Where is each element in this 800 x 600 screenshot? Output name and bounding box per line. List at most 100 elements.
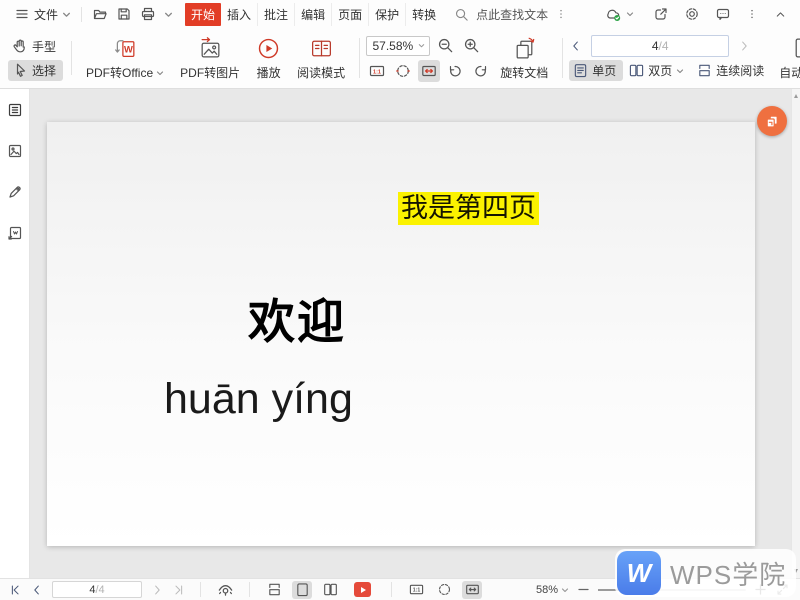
open-file-button[interactable]: [88, 6, 112, 22]
divider: [391, 582, 392, 597]
folder-open-icon: [92, 6, 108, 22]
slider-knob[interactable]: [633, 585, 643, 595]
fit-page-icon: [395, 63, 411, 79]
divider: [249, 582, 250, 597]
rotate-left-icon: [447, 63, 463, 79]
select-tool-button[interactable]: 选择: [8, 60, 63, 81]
single-page-view-button[interactable]: 单页: [569, 60, 623, 81]
status-page-input[interactable]: 4/4: [52, 581, 142, 598]
previous-page-icon[interactable]: [569, 39, 583, 53]
rotate-right-button[interactable]: [470, 60, 492, 82]
fit-page-button[interactable]: [392, 60, 414, 82]
fit-width-button[interactable]: [418, 60, 440, 82]
select-tool-label: 选择: [32, 62, 56, 79]
zoom-slider[interactable]: [598, 583, 746, 597]
double-page-label: 双页: [648, 62, 672, 79]
single-page-view-button[interactable]: [292, 581, 312, 599]
reading-mode-button[interactable]: 阅读模式: [289, 28, 353, 88]
gear-icon[interactable]: [684, 6, 700, 22]
scroll-down-arrow[interactable]: [794, 569, 798, 573]
double-page-icon: [629, 63, 644, 78]
highlighted-text[interactable]: 我是第四页: [398, 192, 539, 225]
convert-floating-button[interactable]: [757, 106, 787, 136]
zoom-out-button[interactable]: [434, 35, 456, 57]
pdf-to-office-button[interactable]: W PDF转Office: [78, 28, 172, 88]
auto-scroll-icon: [791, 36, 800, 61]
fit-page-button[interactable]: [434, 581, 454, 599]
continuous-reading-label: 连续阅读: [716, 62, 764, 79]
double-page-view-button[interactable]: 双页: [625, 60, 691, 81]
fullscreen-icon[interactable]: [775, 582, 790, 597]
page-navigation-group: 4/4 单页 双页 连续阅读: [569, 28, 771, 88]
quick-access-more-button[interactable]: [160, 10, 177, 19]
more-options-icon[interactable]: [746, 7, 758, 21]
vertical-scrollbar[interactable]: [791, 89, 800, 578]
double-page-icon: [323, 582, 338, 597]
more-dots-icon[interactable]: [555, 8, 567, 20]
zoom-group: 57.58% 1:1: [366, 28, 492, 88]
pdf-to-image-button[interactable]: PDF转图片: [172, 28, 248, 88]
page-title-text[interactable]: 欢迎: [248, 296, 346, 348]
tab-convert[interactable]: 转换: [406, 3, 442, 26]
eye-protection-button[interactable]: [215, 581, 235, 599]
print-button[interactable]: [136, 6, 160, 22]
svg-text:1:1: 1:1: [412, 588, 420, 594]
rotate-document-icon: [512, 36, 537, 61]
first-page-icon[interactable]: [8, 583, 22, 597]
next-page-icon[interactable]: [737, 39, 751, 53]
single-page-icon: [573, 63, 588, 78]
feedback-comment-icon[interactable]: [715, 6, 731, 22]
save-icon: [116, 6, 132, 22]
next-page-icon[interactable]: [150, 583, 164, 597]
main-menu-button[interactable]: 文件: [10, 6, 75, 23]
double-page-view-button[interactable]: [320, 581, 340, 599]
save-button[interactable]: [112, 6, 136, 22]
chevron-down-icon: [626, 10, 634, 18]
actual-size-button[interactable]: 1:1: [406, 581, 426, 599]
find-text-box[interactable]: 点此查找文本: [454, 6, 567, 23]
collapse-toolbar-icon[interactable]: [773, 8, 788, 21]
cloud-sync-button[interactable]: [600, 6, 638, 22]
previous-page-icon[interactable]: [30, 583, 44, 597]
auto-scroll-button[interactable]: 自动滚动: [771, 28, 800, 88]
last-page-icon[interactable]: [172, 583, 186, 597]
play-slideshow-button[interactable]: 播放: [248, 28, 289, 88]
tab-protect[interactable]: 保护: [369, 3, 406, 26]
fit-width-button[interactable]: [462, 581, 482, 599]
menu-bar: 文件 开始 插入 批注 编辑 页面 保护 转换 点此查找文本: [0, 0, 800, 28]
hand-tool-button[interactable]: 手型: [8, 36, 63, 57]
thumbnails-panel-icon[interactable]: [7, 143, 23, 159]
zoom-cluster: 58%: [536, 582, 792, 597]
eye-icon: [217, 581, 234, 598]
annotation-pen-icon[interactable]: [7, 184, 23, 200]
page-number-input[interactable]: 4/4: [591, 35, 729, 57]
zoom-percent-button[interactable]: 58%: [536, 584, 569, 596]
zoom-level-input[interactable]: 57.58%: [366, 36, 430, 56]
zoom-plus-icon[interactable]: [754, 583, 767, 596]
continuous-view-button[interactable]: [264, 581, 284, 599]
actual-size-button[interactable]: 1:1: [366, 60, 388, 82]
tab-edit[interactable]: 编辑: [295, 3, 332, 26]
tab-comment[interactable]: 批注: [258, 3, 295, 26]
status-zoom-value: 58%: [536, 584, 558, 596]
pinyin-text[interactable]: huān yíng: [164, 376, 353, 423]
svg-text:W: W: [124, 44, 133, 54]
tab-home[interactable]: 开始: [185, 3, 221, 26]
continuous-reading-button[interactable]: 连续阅读: [693, 60, 771, 81]
outline-panel-icon[interactable]: [7, 102, 23, 118]
zoom-minus-icon[interactable]: [577, 583, 590, 596]
rotate-document-button[interactable]: 旋转文档: [492, 28, 556, 88]
rotate-left-button[interactable]: [444, 60, 466, 82]
tab-page[interactable]: 页面: [332, 3, 369, 26]
single-page-label: 单页: [592, 62, 616, 79]
play-button[interactable]: [354, 582, 371, 597]
zoom-in-button[interactable]: [460, 35, 482, 57]
export-notes-icon[interactable]: [7, 225, 23, 241]
scroll-up-arrow[interactable]: [794, 94, 798, 98]
divider: [359, 38, 360, 78]
share-icon[interactable]: [653, 6, 669, 22]
pdf-page[interactable]: 我是第四页 欢迎 huān yíng: [47, 122, 755, 546]
current-page: 4: [652, 39, 659, 53]
document-canvas[interactable]: 我是第四页 欢迎 huān yíng: [30, 89, 800, 578]
tab-insert[interactable]: 插入: [221, 3, 258, 26]
